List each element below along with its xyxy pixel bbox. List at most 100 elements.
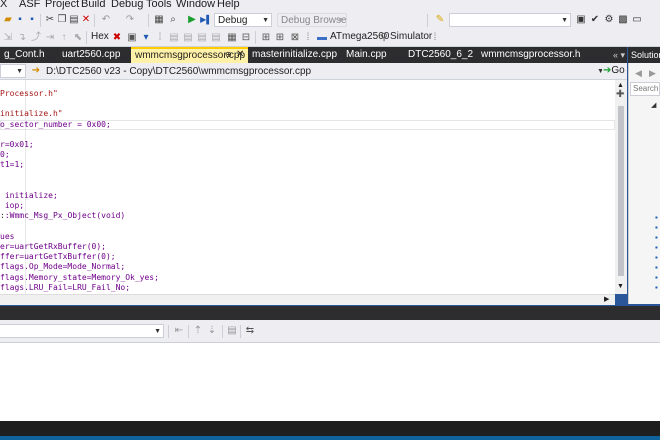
file-icon[interactable]: ▪ (655, 283, 658, 292)
open-folder-icon[interactable]: ▰ (2, 14, 14, 26)
delete-icon[interactable]: ✕ (80, 14, 92, 26)
solution-config-dropdown[interactable]: Debug ▼ (214, 13, 272, 27)
clear-all-icon[interactable]: ▤ (226, 325, 238, 337)
step-into-icon[interactable]: ⇲ (2, 32, 14, 44)
pin-icon[interactable]: ⊕ (225, 48, 232, 61)
tools-wrench-icon[interactable]: ✔ (589, 14, 601, 26)
debug-browser-dropdown[interactable]: Debug Browser ▼ (277, 13, 347, 27)
code-line: initialize.h" (0, 109, 63, 119)
previous-message-icon[interactable]: ⇡ (192, 325, 204, 337)
memory-icon[interactable]: ▭ (631, 14, 643, 26)
layout-icon[interactable]: ▦ (226, 32, 238, 44)
redo-icon[interactable]: ↷ (124, 14, 136, 26)
hex-toggle[interactable]: Hex (91, 31, 109, 42)
output-source-dropdown[interactable]: ▼ (0, 324, 164, 338)
bookmark-icon[interactable]: ▤ (168, 32, 180, 44)
tab-wmmcmsgprocessor-h[interactable]: wmmcmsgprocessor.h (477, 47, 580, 63)
menu-item-build[interactable]: Build (81, 0, 105, 10)
tab-dtc2560-6-2[interactable]: DTC2560_6_2 (404, 47, 474, 63)
step-out-icon[interactable]: ⤴ (30, 32, 42, 44)
document-tabs: g_Cont.h uart2560.cpp wmmcmsgprocessor.c… (0, 47, 627, 63)
step-over-icon[interactable]: ↴ (16, 32, 28, 44)
breakpoint-icon[interactable]: ✖ (111, 32, 123, 44)
tab-g-cont-h[interactable]: g_Cont.h (0, 47, 58, 63)
go-button[interactable]: ➔Go (603, 65, 625, 76)
tab-label: Main.cpp (346, 49, 387, 60)
split-icon[interactable]: ✚ (616, 89, 624, 100)
back-icon[interactable]: ◀ (635, 68, 642, 79)
scroll-right-icon[interactable]: ▶ (604, 295, 609, 303)
windows-icon[interactable]: ▣ (126, 32, 138, 44)
undo-icon[interactable]: ↶ (100, 14, 112, 26)
menu-item-debug[interactable]: Debug (111, 0, 143, 10)
copy-icon[interactable]: ❐ (56, 14, 68, 26)
menu-item-x[interactable]: X (0, 0, 7, 10)
file-path-dropdown[interactable]: D:\DTC2560 v23 - Copy\DTC2560\wmmcmsgpro… (28, 64, 603, 78)
start-without-debugging-icon[interactable]: ▶▌ (200, 14, 212, 26)
indent-icon[interactable]: ▤ (210, 32, 222, 44)
find-in-files-icon[interactable]: ✎ (434, 14, 446, 26)
file-icon[interactable]: ▪ (655, 273, 658, 282)
tab-uart2560-cpp[interactable]: uart2560.cpp (58, 47, 130, 63)
file-icon[interactable]: ▪ (655, 223, 658, 232)
start-debugging-icon[interactable]: ▶ (186, 14, 198, 26)
tool-icon[interactable]: ⚲ (378, 32, 390, 44)
menu-item-help[interactable]: Help (217, 0, 240, 10)
scroll-up-icon[interactable]: ▲ (617, 82, 624, 89)
separator (148, 14, 149, 27)
next-message-icon[interactable]: ⇣ (206, 325, 218, 337)
tab-wmmcmsgprocessor-cpp[interactable]: wmmcmsgprocessor.cpp ⊕ ✕ (131, 47, 248, 63)
save-icon[interactable]: ▪ (14, 14, 26, 26)
menu-item-asf[interactable]: ASF (19, 0, 40, 10)
menu-item-window[interactable]: Window (176, 0, 215, 10)
sitemap-icon[interactable]: ⊞ (260, 32, 272, 44)
solution-search-input[interactable]: Search S (630, 82, 660, 96)
device-programming-icon[interactable]: ▣ (575, 14, 587, 26)
chip-icon[interactable]: ▩ (617, 14, 629, 26)
horizontal-scrollbar[interactable]: ▶ (0, 294, 615, 305)
menu-item-tools[interactable]: Tools (146, 0, 172, 10)
more-icon[interactable]: ⁞ (302, 32, 314, 44)
overflow-icon[interactable]: ⁞ (154, 32, 166, 44)
save-all-icon[interactable]: ▪ (26, 14, 38, 26)
run-to-cursor-icon[interactable]: ⇥ (44, 32, 56, 44)
file-icon[interactable]: ▪ (655, 243, 658, 252)
menu-item-project[interactable]: Project (45, 0, 79, 10)
vertical-scrollbar[interactable]: ▲ ✚ ▼ (615, 80, 627, 294)
code-line: er=uartGetRxBuffer(0); (0, 242, 106, 252)
forward-icon[interactable]: ▶ (649, 68, 656, 79)
file-icon[interactable]: ▪ (655, 263, 658, 272)
tab-main-cpp[interactable]: Main.cpp (342, 47, 400, 63)
comment-icon[interactable]: ▤ (182, 32, 194, 44)
tree-icon[interactable]: ⊞ (274, 32, 286, 44)
device-icon[interactable]: ⊠ (289, 32, 301, 44)
expand-icon[interactable]: ◢ (651, 101, 656, 109)
scroll-down-icon[interactable]: ▼ (617, 283, 624, 290)
cut-icon[interactable]: ✂ (44, 14, 56, 26)
view-icon[interactable]: ▾ (140, 32, 152, 44)
solution-icon[interactable]: ▦ (153, 14, 165, 26)
close-icon[interactable]: ✕ (236, 48, 244, 61)
scope-dropdown[interactable]: ▼ (0, 64, 26, 78)
output-window[interactable] (0, 343, 660, 421)
align-icon[interactable]: ⊟ (240, 32, 252, 44)
word-wrap-icon[interactable]: ⇆ (244, 325, 256, 337)
file-icon[interactable]: ▪ (655, 233, 658, 242)
toolbar-options-icon[interactable]: ⁞ (429, 32, 441, 44)
find-icon[interactable]: ⌕ (167, 14, 179, 26)
settings-gear-icon[interactable]: ⚙ (603, 14, 615, 26)
tab-masterinitialize-cpp[interactable]: masterinitialize.cpp (248, 47, 338, 63)
find-message-icon[interactable]: ⇤ (173, 325, 185, 337)
step-icon[interactable]: ↑ (58, 32, 70, 44)
tool-selector[interactable]: Simulator (390, 31, 432, 42)
uncomment-icon[interactable]: ▤ (196, 32, 208, 44)
scroll-thumb[interactable] (618, 106, 624, 276)
file-icon[interactable]: ▪ (655, 213, 658, 222)
code-line: ::Wmmc_Msg_Px_Object(void) (0, 211, 125, 221)
paste-icon[interactable]: ▤ (68, 14, 80, 26)
cursor-icon[interactable]: ⬉ (72, 32, 84, 44)
find-combo[interactable]: ▼ (449, 13, 571, 27)
device-chip-icon[interactable]: ▬ (316, 32, 328, 44)
tab-overflow-icon[interactable]: « ▾ (613, 47, 625, 63)
file-icon[interactable]: ▪ (655, 253, 658, 262)
